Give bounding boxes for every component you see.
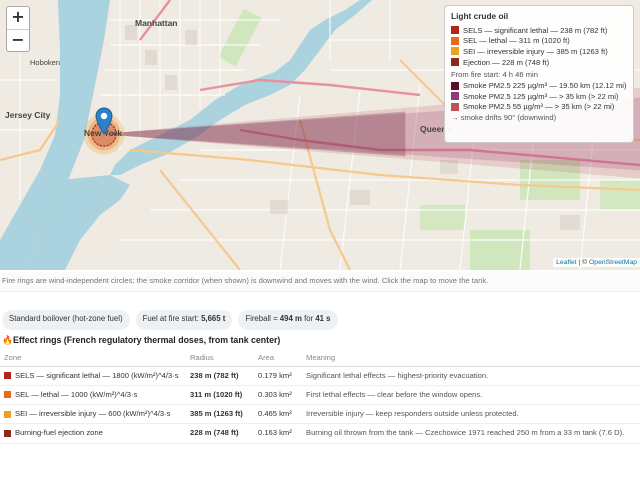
effect-rings-heading: 🔥Effect rings (French regulatory thermal…: [2, 335, 280, 346]
zoom-control: + −: [6, 6, 30, 52]
legend-title: Light crude oil: [451, 11, 509, 21]
legend-swatch: [451, 36, 459, 45]
column-header-zone: Zone: [0, 350, 186, 367]
tank-marker-icon[interactable]: [95, 107, 113, 135]
legend-item-sei: SEI — irreversible injury — 385 m (1263 …: [451, 46, 627, 57]
fuel-label: Fuel at fire start:: [142, 314, 202, 323]
leaflet-link[interactable]: Leaflet: [556, 259, 576, 266]
zone-cell: SEL — lethal — 1000 (kW/m²)^4/3·s: [0, 385, 186, 406]
fuel-chip: Fuel at fire start: 5,665 t: [135, 310, 233, 330]
place-label-manhattan: Manhattan: [135, 18, 178, 28]
legend-label: SEL — lethal — 311 m (1020 ft): [463, 36, 570, 46]
legend-label: Smoke PM2.5 125 µg/m³ — > 35 km (> 22 mi…: [463, 91, 619, 101]
fireball-time: 41 s: [315, 314, 331, 323]
zone-color-swatch: [4, 429, 11, 437]
fireball-for: for: [301, 314, 316, 323]
zone-color-swatch: [4, 372, 11, 379]
zone-cell: SEI — irreversible injury — 600 (kW/m²)^…: [0, 404, 186, 425]
legend-swatch: [451, 47, 459, 56]
map-attribution: Leaflet | © OpenStreetMap: [553, 258, 640, 267]
legend-swatch: [451, 58, 459, 67]
meaning-cell: Irreversible injury — keep responders ou…: [302, 404, 640, 425]
fuel-value: 5,665 t: [201, 314, 226, 323]
meaning-cell: Burning oil thrown from the tank — Czech…: [302, 423, 640, 444]
legend-swatch: [451, 92, 459, 101]
legend-swatch: [451, 26, 459, 35]
fireball-label: Fireball =: [245, 314, 280, 323]
flame-icon: 🔥: [2, 335, 13, 345]
radius-cell: 311 m (1020 ft): [186, 385, 254, 406]
table-row: Burning-fuel ejection zone 228 m (748 ft)…: [0, 423, 640, 444]
meaning-cell: First lethal effects — clear before the …: [302, 385, 640, 406]
area-cell: 0.303 km²: [254, 385, 302, 406]
column-header-radius: Radius: [186, 350, 254, 367]
table-header-row: Zone Radius Area Meaning: [0, 350, 640, 367]
effect-rings-table: Zone Radius Area Meaning SELS — signific…: [0, 350, 640, 444]
zone-label: Burning-fuel ejection zone: [15, 428, 103, 438]
zone-label: SELS — significant lethal — 1800 (kW/m²)…: [15, 370, 179, 380]
legend-label: Smoke PM2.5 225 µg/m³ — 19.50 km (12.12 …: [463, 81, 627, 91]
fireball-value: 494 m: [279, 314, 302, 323]
radius-cell: 385 m (1263 ft): [186, 404, 254, 425]
summary-chips: Standard boilover (hot-zone fuel) Fuel a…: [0, 310, 338, 330]
legend-label: Smoke PM2.5 55 µg/m³ — > 35 km (> 22 mi): [463, 102, 615, 112]
column-header-meaning: Meaning: [302, 350, 640, 367]
legend-label: SELS — significant lethal — 238 m (782 f…: [463, 25, 608, 35]
table-row: SEL — lethal — 1000 (kW/m²)^4/3·s 311 m (…: [0, 385, 640, 406]
zone-cell: SELS — significant lethal — 1800 (kW/m²)…: [0, 366, 186, 386]
map-legend: Light crude oil SELS — significant letha…: [444, 5, 634, 143]
boilover-chip: Standard boilover (hot-zone fuel): [2, 310, 130, 330]
place-label-jersey-city: Jersey City: [5, 110, 51, 120]
legend-label: Ejection — 228 m (748 ft): [463, 57, 550, 67]
map-caption: Fire rings are wind-independent circles;…: [0, 272, 640, 292]
zoom-in-button[interactable]: +: [7, 7, 29, 29]
radius-cell: 238 m (782 ft): [186, 366, 254, 386]
legend-label: SEI — irreversible injury — 385 m (1263 …: [463, 46, 608, 56]
legend-swatch: [451, 81, 459, 90]
radius-cell: 228 m (748 ft): [186, 423, 254, 444]
osm-link[interactable]: OpenStreetMap: [589, 259, 637, 266]
table-row: SEI — irreversible injury — 600 (kW/m²)^…: [0, 404, 640, 425]
legend-item-ejection: Ejection — 228 m (748 ft): [451, 57, 627, 68]
zone-color-swatch: [4, 410, 11, 418]
table-row: SELS — significant lethal — 1800 (kW/m²)…: [0, 366, 640, 386]
area-cell: 0.179 km²: [254, 366, 302, 386]
attribution-separator: | ©: [576, 259, 590, 266]
legend-drift: → smoke drifts 90° (downwind): [451, 112, 557, 122]
column-header-area: Area: [254, 350, 302, 367]
zone-color-swatch: [4, 391, 11, 399]
place-label-hoboken: Hoboken: [30, 58, 61, 67]
fireball-chip: Fireball = 494 m for 41 s: [238, 310, 338, 330]
zoom-out-button[interactable]: −: [7, 29, 29, 51]
legend-item-smoke-225: Smoke PM2.5 225 µg/m³ — 19.50 km (12.12 …: [451, 80, 627, 91]
legend-item-smoke-55: Smoke PM2.5 55 µg/m³ — > 35 km (> 22 mi): [451, 102, 627, 113]
legend-fire-start: From fire start: 4 h 46 min: [451, 70, 538, 80]
area-cell: 0.163 km²: [254, 423, 302, 444]
section-title: Effect rings (French regulatory thermal …: [12, 335, 281, 345]
legend-item-sel: SEL — lethal — 311 m (1020 ft): [451, 36, 627, 47]
legend-item-smoke-125: Smoke PM2.5 125 µg/m³ — > 35 km (> 22 mi…: [451, 91, 627, 102]
zone-cell: Burning-fuel ejection zone: [0, 423, 186, 444]
area-cell: 0.465 km²: [254, 404, 302, 425]
zone-label: SEL — lethal — 1000 (kW/m²)^4/3·s: [15, 389, 138, 399]
meaning-cell: Significant lethal effects — highest-pri…: [302, 366, 640, 386]
legend-swatch: [451, 102, 459, 111]
map-view[interactable]: Manhattan Hoboken Jersey City New York Q…: [0, 0, 640, 270]
zone-label: SEI — irreversible injury — 600 (kW/m²)^…: [15, 409, 171, 418]
legend-item-sels: SELS — significant lethal — 238 m (782 f…: [451, 25, 627, 36]
